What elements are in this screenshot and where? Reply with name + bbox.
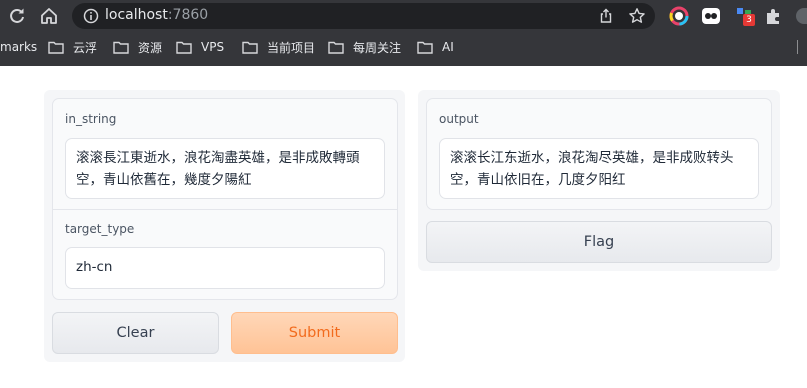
owl-extension-icon[interactable] [701,6,721,26]
bookmark-label: 云浮 [73,40,98,55]
bookmark-folder[interactable]: 当前项目 [242,32,315,62]
site-info-icon[interactable] [83,8,99,24]
bookmark-label: 资源 [138,40,163,55]
bookmark-folder[interactable]: AI [417,32,454,62]
home-icon[interactable] [39,6,59,26]
bookmark-folder[interactable]: 云浮 [48,32,97,62]
folder-icon [113,41,129,54]
address-bar[interactable]: localhost:7860 [72,3,655,29]
folder-icon [242,41,258,54]
color-extension-icon[interactable] [669,6,689,26]
output-textarea[interactable]: 滚滚长江东逝水，浪花淘尽英雄，是非成败转头空，青山依旧在，几度夕阳红 [439,138,759,199]
extension-with-badge[interactable]: 3 [734,6,755,26]
reload-icon[interactable] [7,6,27,26]
bookmark-item[interactable]: marks [0,32,37,62]
in-string-textarea[interactable]: 滚滚長江東逝水，浪花淘盡英雄，是非成敗轉頭空，青山依舊在，幾度夕陽紅 [65,138,385,199]
in-string-label: in_string [65,112,117,126]
bookmark-label: marks [0,40,38,54]
target-type-label: target_type [65,222,135,236]
bookmark-folder[interactable]: 资源 [113,32,162,62]
input-form: in_string 滚滚長江東逝水，浪花淘盡英雄，是非成敗轉頭空，青山依舊在，幾… [52,98,398,300]
form-divider [53,209,397,210]
extension-badge: 3 [743,14,755,26]
output-label: output [439,112,479,126]
folder-icon [417,41,433,54]
bookmark-star-icon[interactable] [628,7,646,25]
bookmark-label: AI [442,40,454,54]
bookmark-label: 当前项目 [267,40,316,55]
bookmark-folder[interactable]: VPS [176,32,224,62]
folder-icon [328,41,344,54]
browser-toolbar: localhost:7860 3 [0,0,807,32]
bookmarks-divider [797,40,798,54]
bookmark-label: VPS [201,40,225,54]
folder-icon [176,41,192,54]
bookmarks-bar: marks 云浮 资源 VPS 当前项目 每周关注 AI [0,32,807,62]
browser-chrome: localhost:7860 3 marks 云浮 资源 VPS 当前项目 每周… [0,0,807,66]
url-port: :7860 [167,7,209,23]
folder-icon [48,41,64,54]
url-host: localhost [105,7,168,23]
url-text[interactable]: localhost:7860 [105,7,208,23]
extensions-puzzle-icon[interactable] [764,6,784,26]
bookmark-label: 每周关注 [353,40,402,55]
output-block: output 滚滚长江东逝水，浪花淘尽英雄，是非成败转头空，青山依旧在，几度夕阳… [426,98,772,210]
target-type-input[interactable]: zh-cn [65,247,385,289]
profile-avatar-edge[interactable] [796,8,807,24]
submit-button[interactable]: Submit [231,312,398,354]
flag-button[interactable]: Flag [426,221,772,263]
bookmark-folder[interactable]: 每周关注 [328,32,401,62]
clear-button[interactable]: Clear [52,312,219,354]
share-icon[interactable] [598,8,614,24]
